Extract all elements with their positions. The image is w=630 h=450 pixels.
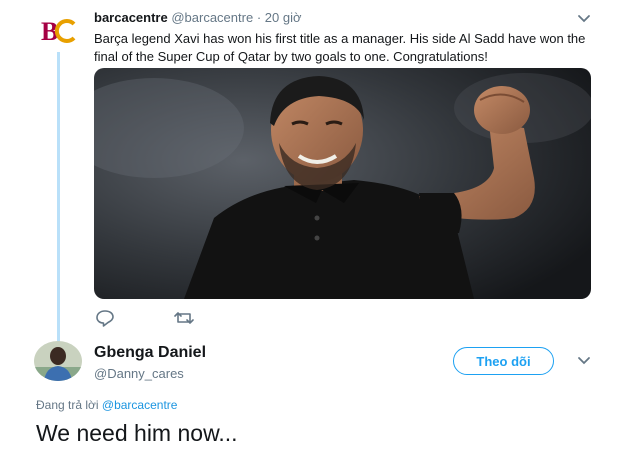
thread-line <box>57 52 60 342</box>
tweet-photo[interactable] <box>94 68 591 299</box>
chevron-down-icon[interactable] <box>577 14 591 24</box>
tweet-author-handle[interactable]: @barcacentre <box>171 10 253 25</box>
reply-icon[interactable] <box>95 309 115 327</box>
reply-author-name[interactable]: Gbenga Daniel <box>94 344 206 362</box>
replying-to-prefix: Đang trả lời <box>36 398 99 412</box>
replying-to: Đang trả lời @barcacentre <box>36 398 177 412</box>
barcacentre-logo-icon[interactable]: B <box>41 16 79 46</box>
retweet-icon[interactable] <box>174 309 194 327</box>
tweet-author-name[interactable]: barcacentre <box>94 10 168 25</box>
reply-author-handle[interactable]: @Danny_cares <box>94 366 184 381</box>
follow-button[interactable]: Theo dõi <box>453 347 554 375</box>
chevron-down-icon[interactable] <box>577 356 591 366</box>
tweet-header: barcacentre @barcacentre · 20 giờ <box>94 10 302 25</box>
reply-text: We need him now... <box>36 420 238 446</box>
tweet-timestamp[interactable]: 20 giờ <box>265 10 302 25</box>
avatar[interactable] <box>34 341 82 381</box>
photo-image <box>94 68 591 299</box>
replying-to-link[interactable]: @barcacentre <box>102 398 178 412</box>
tweet-text: Barça legend Xavi has won his first titl… <box>94 31 586 64</box>
user-avatar-image <box>34 341 82 381</box>
tweet-separator: · <box>256 10 262 25</box>
